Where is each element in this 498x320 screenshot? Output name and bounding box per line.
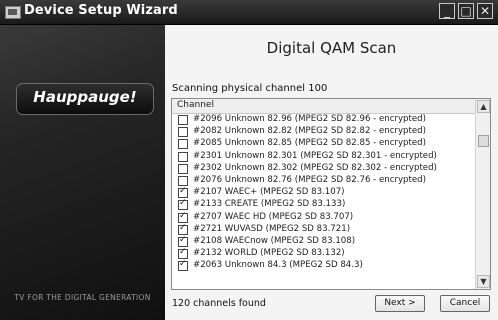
- channel-list[interactable]: Channel #2096 Unknown 82.96 (MPEG2 SD 82…: [171, 98, 491, 290]
- channel-checkbox[interactable]: [178, 235, 188, 247]
- channel-row[interactable]: #2302 Unknown 82.302 (MPEG2 SD 82.302 - …: [172, 163, 475, 175]
- logo-text: Hauppauge!: [33, 88, 137, 106]
- channel-label: #2063 Unknown 84.3 (MPEG2 SD 84.3): [193, 260, 363, 271]
- channel-checkbox[interactable]: [178, 186, 188, 199]
- channel-checkbox[interactable]: [178, 198, 188, 211]
- branding-pane: Hauppauge! TV FOR THE DIGITAL GENERATION: [0, 25, 165, 320]
- channel-label: #2721 WUVASD (MPEG2 SD 83.721): [193, 223, 351, 234]
- scan-status-text: Scanning physical channel 100: [172, 83, 328, 94]
- channel-checkbox[interactable]: [178, 247, 188, 260]
- channel-label: #2707 WAEC HD (MPEG2 SD 83.707): [193, 211, 354, 222]
- channel-checkbox[interactable]: [178, 151, 188, 162]
- cancel-button[interactable]: Cancel: [440, 295, 490, 312]
- next-button[interactable]: Next >: [375, 295, 425, 312]
- channel-label: #2133 CREATE (MPEG2 SD 83.133): [193, 199, 346, 210]
- channel-checkbox[interactable]: [178, 115, 188, 125]
- channel-row[interactable]: #2082 Unknown 82.82 (MPEG2 SD 82.82 - en…: [172, 126, 475, 138]
- device-setup-wizard-window: Device Setup Wizard _ □ ✕ Hauppauge! TV …: [0, 0, 498, 320]
- channel-row[interactable]: #2301 Unknown 82.301 (MPEG2 SD 82.301 - …: [172, 151, 475, 163]
- channel-checkbox[interactable]: [178, 139, 188, 150]
- scroll-down-arrow-icon[interactable]: ▼: [477, 275, 490, 288]
- channel-row[interactable]: #2132 WORLD (MPEG2 SD 83.132): [172, 247, 475, 260]
- channel-label: #2108 WAECnow (MPEG2 SD 83.108): [193, 235, 356, 246]
- channel-row[interactable]: #2063 Unknown 84.3 (MPEG2 SD 84.3): [172, 259, 475, 272]
- window-title: Device Setup Wizard: [24, 3, 178, 18]
- channel-column-header[interactable]: Channel: [172, 99, 475, 114]
- close-button[interactable]: ✕: [477, 3, 493, 19]
- channel-row[interactable]: #2096 Unknown 82.96 (MPEG2 SD 82.96 - en…: [172, 114, 475, 126]
- channel-label: #2301 Unknown 82.301 (MPEG2 SD 82.301 - …: [193, 150, 437, 161]
- channel-label: #2082 Unknown 82.82 (MPEG2 SD 82.82 - en…: [193, 126, 426, 137]
- channel-checkbox[interactable]: [178, 223, 188, 235]
- channel-row[interactable]: #2107 WAEC+ (MPEG2 SD 83.107): [172, 186, 475, 199]
- page-title: Digital QAM Scan: [266, 39, 397, 57]
- channel-label: #2085 Unknown 82.85 (MPEG2 SD 82.85 - en…: [193, 138, 426, 149]
- title-bar[interactable]: Device Setup Wizard _ □ ✕: [0, 0, 498, 25]
- channel-row[interactable]: #2133 CREATE (MPEG2 SD 83.133): [172, 198, 475, 211]
- channel-checkbox[interactable]: [178, 175, 188, 186]
- channel-row[interactable]: #2707 WAEC HD (MPEG2 SD 83.707): [172, 211, 475, 224]
- channel-label: #2076 Unknown 82.76 (MPEG2 SD 82.76 - en…: [193, 174, 426, 185]
- channel-label: #2107 WAEC+ (MPEG2 SD 83.107): [193, 187, 345, 198]
- scroll-up-arrow-icon[interactable]: ▲: [477, 100, 490, 113]
- channel-label: #2302 Unknown 82.302 (MPEG2 SD 82.302 - …: [193, 162, 437, 173]
- channel-checkbox[interactable]: [178, 259, 188, 272]
- channel-column-label: Channel: [177, 100, 214, 110]
- scroll-thumb[interactable]: [478, 135, 489, 147]
- channel-row[interactable]: #2085 Unknown 82.85 (MPEG2 SD 82.85 - en…: [172, 138, 475, 150]
- channel-label: #2132 WORLD (MPEG2 SD 83.132): [193, 248, 345, 259]
- list-scrollbar[interactable]: ▲ ▼: [475, 99, 490, 289]
- maximize-button[interactable]: □: [458, 3, 474, 19]
- channel-rows: #2096 Unknown 82.96 (MPEG2 SD 82.96 - en…: [172, 114, 475, 272]
- minimize-button[interactable]: _: [439, 3, 455, 19]
- app-window-icon: [5, 6, 21, 19]
- channel-checkbox[interactable]: [178, 127, 188, 138]
- channel-checkbox[interactable]: [178, 211, 188, 223]
- channel-label: #2096 Unknown 82.96 (MPEG2 SD 82.96 - en…: [193, 114, 426, 124]
- wizard-content: Digital QAM Scan Scanning physical chann…: [165, 25, 498, 320]
- channel-row[interactable]: #2721 WUVASD (MPEG2 SD 83.721): [172, 223, 475, 236]
- brand-tagline: TV FOR THE DIGITAL GENERATION: [14, 293, 151, 302]
- channel-row[interactable]: #2076 Unknown 82.76 (MPEG2 SD 82.76 - en…: [172, 175, 475, 187]
- hauppauge-logo: Hauppauge!: [16, 83, 154, 115]
- channels-found-count: 120 channels found: [172, 298, 266, 309]
- channel-checkbox[interactable]: [178, 163, 188, 174]
- channel-row[interactable]: #2108 WAECnow (MPEG2 SD 83.108): [172, 235, 475, 248]
